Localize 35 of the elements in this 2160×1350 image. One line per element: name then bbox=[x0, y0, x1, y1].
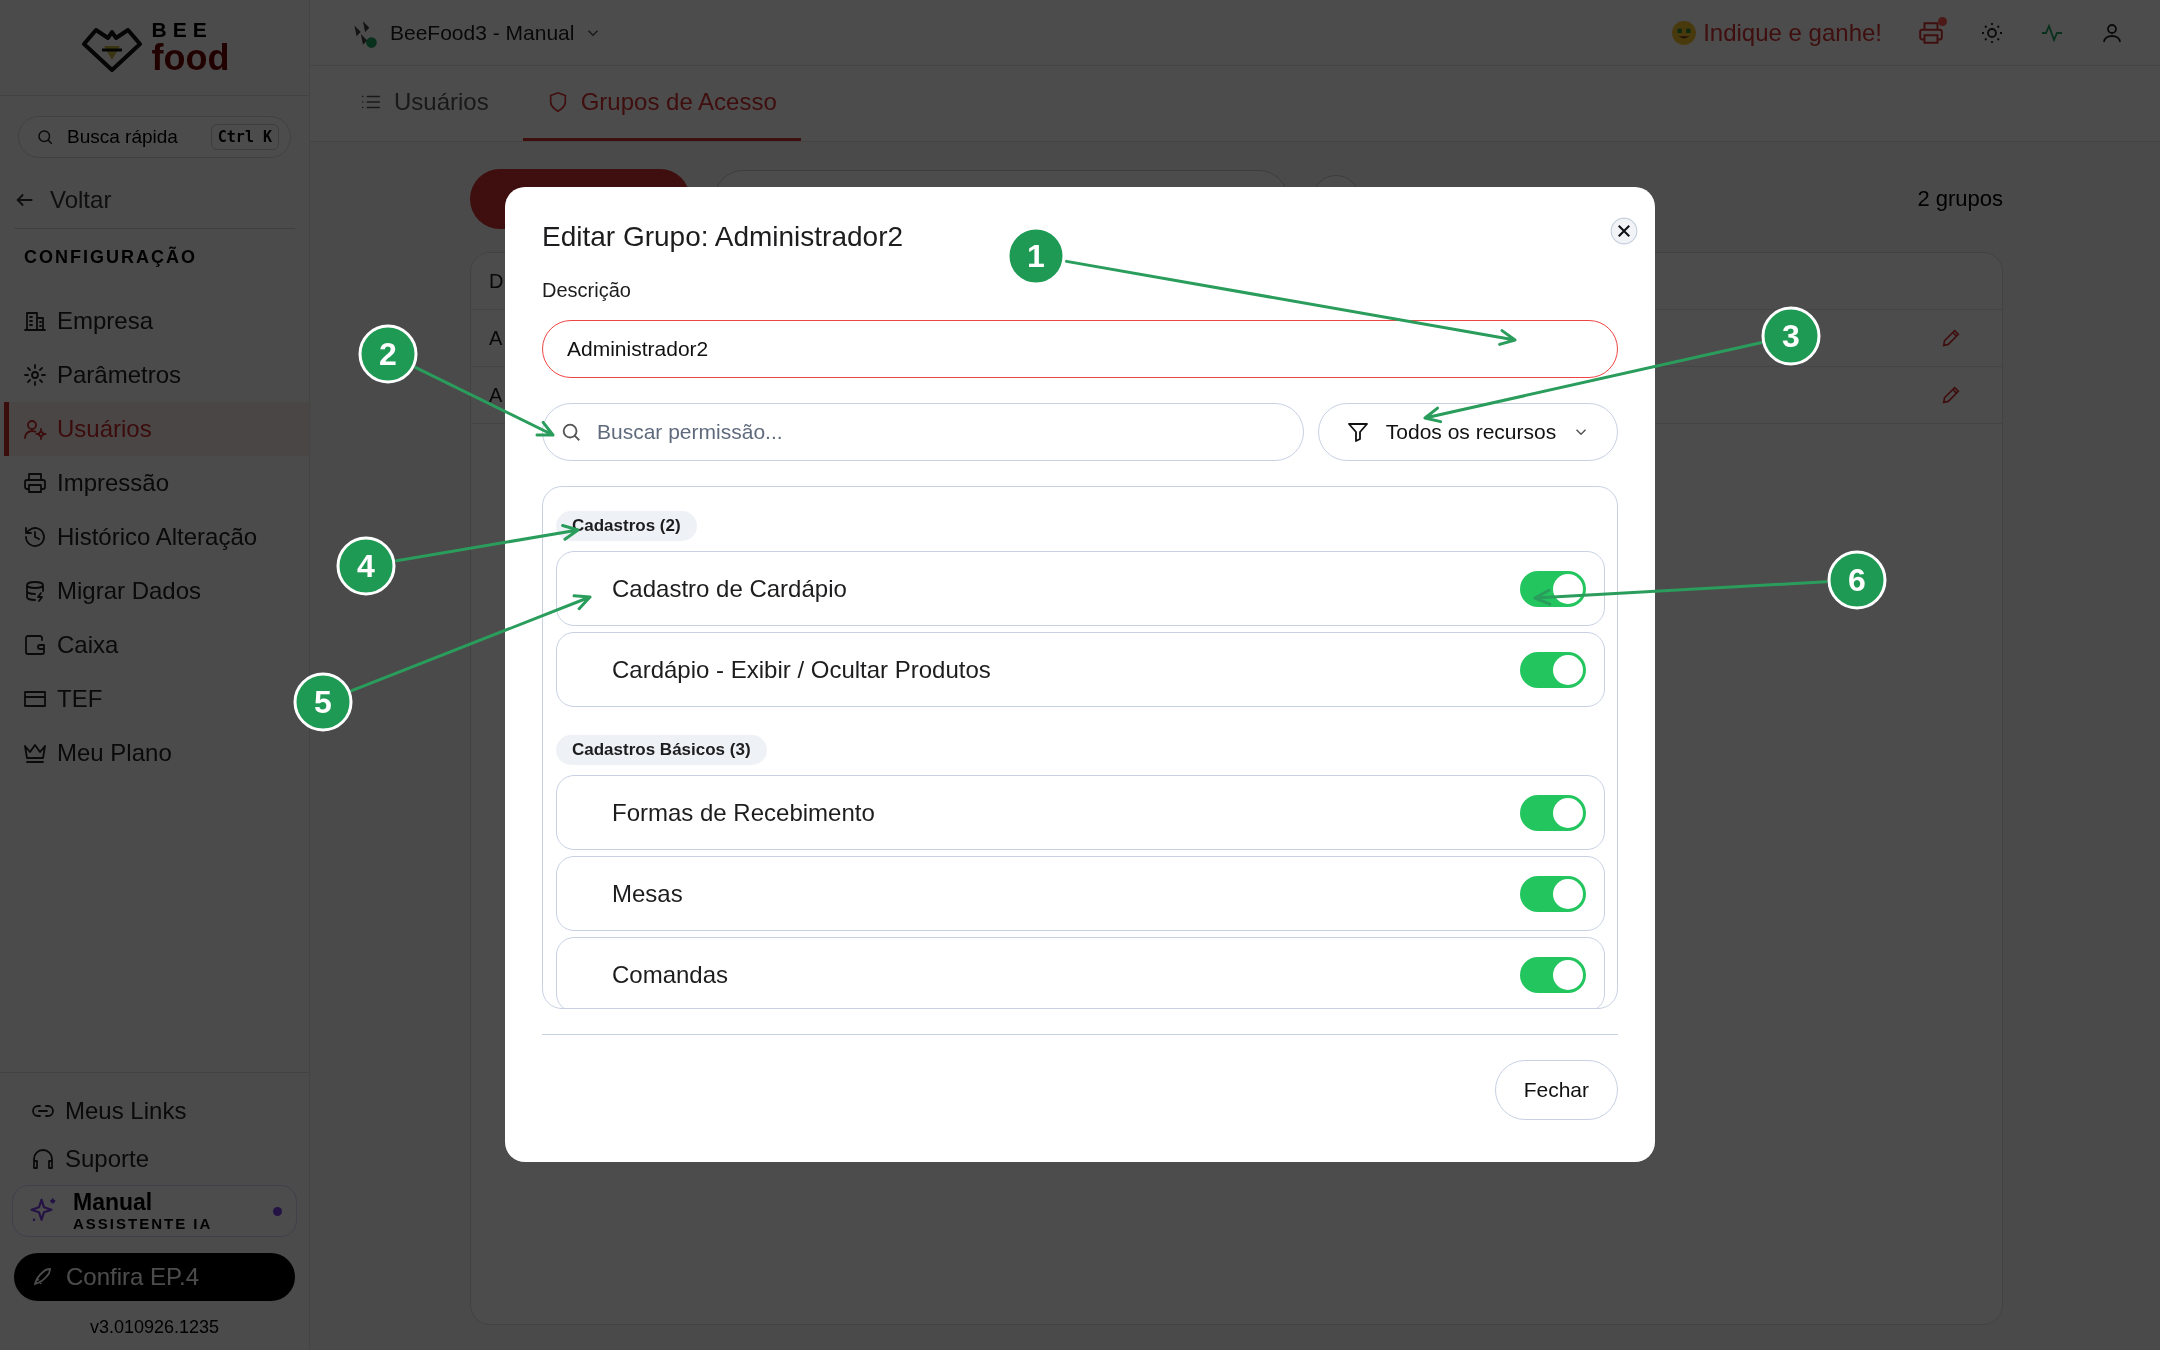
logo-word: BEE bbox=[151, 19, 214, 40]
callout-number: 3 bbox=[1761, 306, 1821, 366]
permission-name: Cardápio - Exibir / Ocultar Produtos bbox=[612, 655, 991, 684]
column-header: D bbox=[489, 269, 504, 293]
callout-number: 6 bbox=[1827, 550, 1887, 610]
permission-name: Formas de Recebimento bbox=[612, 798, 875, 827]
close-button[interactable]: Fechar bbox=[1494, 1060, 1618, 1120]
close-icon[interactable] bbox=[1610, 217, 1638, 245]
callout-number: 1 bbox=[1006, 226, 1066, 286]
resource-filter-dropdown[interactable]: Todos os recursos bbox=[1318, 403, 1618, 461]
section-heading: CONFIGURAÇÃO bbox=[24, 247, 198, 268]
permission-name: Cadastro de Cardápio bbox=[612, 574, 847, 603]
permission-name: Comandas bbox=[612, 960, 729, 989]
field-label: Descrição bbox=[542, 279, 632, 302]
toggle-switch[interactable] bbox=[1520, 956, 1586, 993]
dialog-title: Editar Grupo: Administrador2 bbox=[542, 221, 904, 253]
callout-number: 2 bbox=[358, 324, 418, 384]
toggle-switch[interactable] bbox=[1520, 570, 1586, 607]
group-label: Cadastros Básicos (3) bbox=[556, 735, 767, 765]
group-label: Cadastros (2) bbox=[556, 511, 697, 541]
table-cell: A bbox=[489, 383, 503, 407]
permission-name: Mesas bbox=[612, 879, 683, 908]
callout-number: 4 bbox=[336, 536, 396, 596]
search-icon bbox=[560, 421, 582, 443]
permission-search-field[interactable]: Buscar permissão... bbox=[542, 403, 1304, 461]
toggle-switch[interactable] bbox=[1520, 794, 1586, 831]
toggle-switch[interactable] bbox=[1520, 875, 1586, 912]
description-field[interactable]: Administrador2 bbox=[542, 320, 1618, 378]
filter-icon bbox=[1345, 420, 1370, 444]
group-count: 2 grupos bbox=[1917, 186, 2003, 212]
toggle-switch[interactable] bbox=[1520, 651, 1586, 688]
callout-number: 5 bbox=[293, 672, 353, 732]
version-label: v3.010926.1235 bbox=[88, 1317, 221, 1338]
table-cell: A bbox=[489, 326, 503, 350]
logo-word: food bbox=[151, 40, 230, 76]
